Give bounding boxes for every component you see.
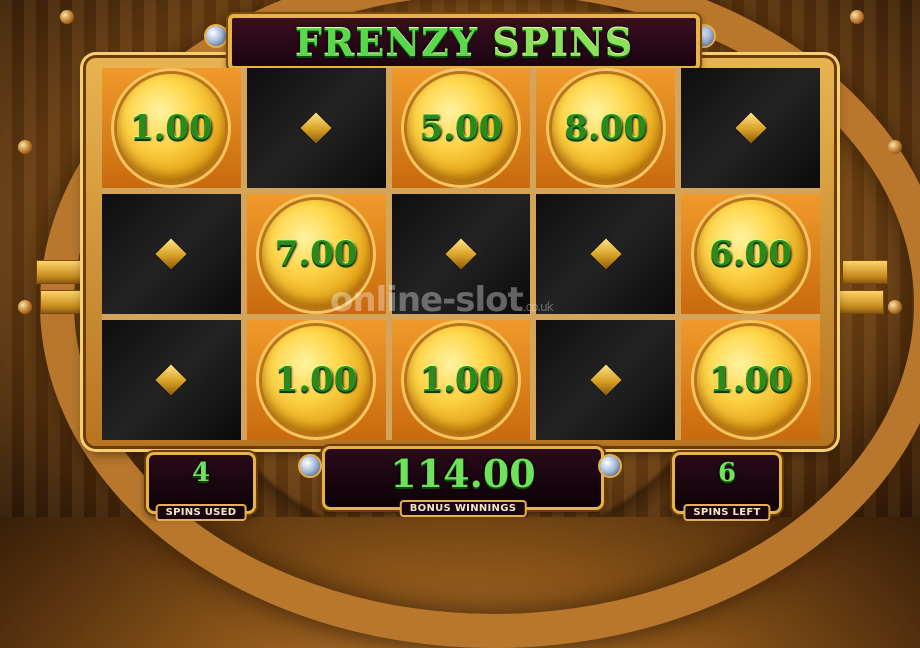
jewel-ornament-icon xyxy=(206,26,226,46)
blank-symbol-cell xyxy=(102,320,241,440)
spins-used-label: SPINS USED xyxy=(155,504,247,521)
gold-bar-icon xyxy=(838,290,884,314)
game-title: FRENZY SPINS xyxy=(295,20,633,65)
spins-left-panel: 6 SPINS LEFT xyxy=(672,452,782,521)
coin-symbol-cell: 1.00 xyxy=(681,320,820,440)
coin-value: 1.00 xyxy=(419,360,503,400)
bolt-icon xyxy=(18,140,32,154)
coin-value: 8.00 xyxy=(564,108,648,148)
gold-coin-icon: 1.00 xyxy=(406,326,515,434)
bonus-winnings-panel: 114.00 BONUS WINNINGS xyxy=(322,446,604,517)
spins-left-value: 6 xyxy=(717,458,737,488)
bolt-icon xyxy=(850,10,864,24)
blank-symbol-cell xyxy=(102,194,241,314)
title-banner: FRENZY SPINS xyxy=(228,14,700,70)
bolt-icon xyxy=(888,140,902,154)
diamond-icon xyxy=(735,112,767,144)
title-part1: FRENZY xyxy=(294,19,478,65)
gold-coin-icon: 8.00 xyxy=(551,74,660,182)
gold-coin-icon: 5.00 xyxy=(406,74,515,182)
title-part2: SPINS xyxy=(492,19,634,65)
coin-symbol-cell: 1.00 xyxy=(102,68,241,188)
spins-used-panel: 4 SPINS USED xyxy=(146,452,256,521)
diamond-icon xyxy=(590,364,622,396)
watermark: online-slot.co.uk xyxy=(330,280,554,320)
gold-bar-icon xyxy=(36,260,82,284)
coin-value: 7.00 xyxy=(274,234,358,274)
gold-coin-icon: 6.00 xyxy=(696,200,805,308)
bolt-icon xyxy=(888,300,902,314)
watermark-suffix: .co.uk xyxy=(522,300,554,314)
coin-symbol-cell: 6.00 xyxy=(681,194,820,314)
gold-coin-icon: 1.00 xyxy=(262,326,371,434)
spins-left-label: SPINS LEFT xyxy=(683,504,771,521)
watermark-text: online-slot xyxy=(330,280,524,320)
gold-bar-icon xyxy=(842,260,888,284)
coin-symbol-cell: 1.00 xyxy=(391,320,531,440)
diamond-icon xyxy=(155,364,187,396)
diamond-icon xyxy=(445,238,477,270)
bolt-icon xyxy=(18,300,32,314)
reel-grid: 1.00 5.00 8.00 7.00 6.00 1.00 1.00 1.00 xyxy=(102,68,820,440)
blank-symbol-cell xyxy=(246,68,386,188)
gold-coin-icon: 1.00 xyxy=(696,326,805,434)
coin-symbol-cell: 8.00 xyxy=(536,68,676,188)
bonus-winnings-label: BONUS WINNINGS xyxy=(399,500,527,517)
spins-used-value: 4 xyxy=(191,458,211,488)
coin-value: 1.00 xyxy=(274,360,358,400)
jewel-ornament-icon xyxy=(600,456,620,476)
blank-symbol-cell xyxy=(681,68,820,188)
jewel-ornament-icon xyxy=(300,456,320,476)
bolt-icon xyxy=(60,10,74,24)
coin-value: 6.00 xyxy=(709,234,792,274)
coin-value: 1.00 xyxy=(709,360,792,400)
blank-symbol-cell xyxy=(536,320,676,440)
gold-bar-icon xyxy=(40,290,86,314)
bonus-winnings-value: 114.00 xyxy=(390,451,536,496)
coin-symbol-cell: 5.00 xyxy=(391,68,531,188)
blank-symbol-cell xyxy=(536,194,676,314)
diamond-icon xyxy=(300,112,332,144)
diamond-icon xyxy=(155,238,187,270)
coin-value: 1.00 xyxy=(129,108,213,148)
coin-symbol-cell: 1.00 xyxy=(246,320,386,440)
coin-value: 5.00 xyxy=(419,108,503,148)
gold-coin-icon: 1.00 xyxy=(117,74,226,182)
diamond-icon xyxy=(590,238,622,270)
